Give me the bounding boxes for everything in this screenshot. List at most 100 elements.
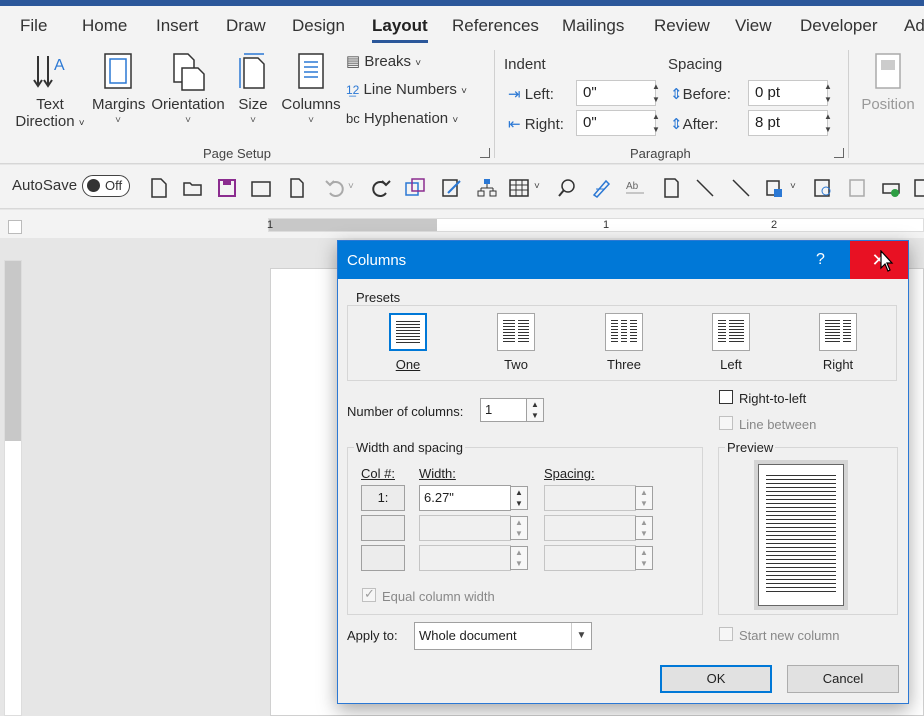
tab-layout[interactable]: Layout [372,16,428,43]
undo-icon[interactable] [324,177,346,199]
line-numbers-button[interactable]: 1̲2 Line Numbers ˅ [346,81,467,98]
open-folder-icon[interactable] [182,177,204,199]
text-direction-button[interactable]: A Text Direction ˅ [8,52,92,130]
properties-icon[interactable] [812,177,834,199]
preset-one[interactable]: One [378,313,438,372]
table-icon[interactable] [508,177,530,199]
column-1-width-input[interactable]: 6.27" [419,485,511,511]
edit-document-icon[interactable] [440,177,462,199]
save-icon[interactable] [216,177,238,199]
column-2-spacing-spinner[interactable]: ▲ ▼ [635,516,653,540]
position-button[interactable]: Position [858,52,918,113]
pen-icon[interactable] [590,177,612,199]
group-divider [494,50,495,158]
vertical-ruler[interactable] [4,260,22,716]
search-icon[interactable] [556,177,578,199]
close-button[interactable]: ✕ [850,241,908,279]
page-setup-launcher-icon[interactable] [480,148,490,158]
print-check-icon[interactable] [880,177,902,199]
text-format-icon[interactable]: Ab [624,177,646,199]
column-3-spacing-spinner[interactable]: ▲ ▼ [635,546,653,570]
tab-file[interactable]: File [20,16,47,36]
ruler-number: 1 [603,219,610,231]
indent-left-spinner[interactable]: ▲ ▼ [648,80,664,106]
equal-column-width-checkbox[interactable]: ✓ [362,586,376,602]
tab-references[interactable]: References [452,16,539,36]
column-2-spacing-input[interactable] [544,515,636,541]
list-icon[interactable] [846,177,868,199]
cancel-button[interactable]: Cancel [787,665,899,693]
tab-developer[interactable]: Developer [800,16,878,36]
new-document-icon[interactable] [148,177,170,199]
indent-left-input[interactable]: 0" [576,80,656,106]
preset-right[interactable]: Right [808,313,868,372]
apply-to-select[interactable]: Whole document ▼ [414,622,592,650]
column-3-width-input[interactable] [419,545,511,571]
draw-line-icon[interactable] [730,177,752,199]
indent-right-input[interactable]: 0" [576,110,656,136]
mail-merge-icon[interactable] [404,177,426,199]
hyphenation-icon: bc [346,111,360,126]
right-to-left-checkbox[interactable] [719,390,733,404]
indent-right-spinner[interactable]: ▲ ▼ [648,110,664,136]
ok-button[interactable]: OK [660,665,772,693]
org-chart-icon[interactable] [476,177,498,199]
orientation-button[interactable]: Orientation ˅ [150,52,226,126]
tab-design[interactable]: Design [292,16,345,36]
tab-review[interactable]: Review [654,16,710,36]
chevron-down-icon[interactable]: ˅ [534,181,556,203]
line-between-checkbox[interactable] [719,416,733,430]
number-of-columns-input[interactable]: 1 [480,398,528,422]
tab-view[interactable]: View [735,16,772,36]
column-1-spacing-input[interactable] [544,485,636,511]
page-icon[interactable] [286,177,308,199]
preset-left[interactable]: Left [701,313,761,372]
chevron-down-icon[interactable]: ˅ [348,181,370,203]
tab-mailings[interactable]: Mailings [562,16,624,36]
tab-stop-selector[interactable] [8,220,22,234]
size-button[interactable]: Size ˅ [234,52,272,126]
help-button[interactable]: ? [816,251,825,269]
start-new-column-checkbox[interactable] [719,627,733,641]
form-field-icon[interactable] [764,177,786,199]
chevron-down-icon[interactable]: ˅ [790,181,812,203]
quick-access-toolbar: AutoSave Off ˅ ˅ Ab ˅ [0,165,924,209]
preset-right-label: Right [822,357,854,372]
width-header: Width: [419,466,456,481]
preview-text-lines [766,475,836,595]
redo-icon[interactable] [370,177,392,199]
spacing-before-label: ⇕Before: [670,86,731,103]
column-1-width-spinner[interactable]: ▲ ▼ [510,486,528,510]
spacing-before-spinner[interactable]: ▲ ▼ [820,80,836,106]
horizontal-ruler[interactable]: 1 1 2 [267,218,924,232]
column-3-width-spinner[interactable]: ▲ ▼ [510,546,528,570]
column-number-2 [361,515,405,541]
autosave-toggle[interactable]: Off [82,175,130,197]
column-3-spacing-input[interactable] [544,545,636,571]
tab-home[interactable]: Home [82,16,127,36]
folder-icon[interactable] [250,177,272,199]
spacing-after-input[interactable]: 8 pt [748,110,828,136]
tab-add-ins[interactable]: Ad [904,16,924,36]
spacing-after-spinner[interactable]: ▲ ▼ [820,110,836,136]
document-icon[interactable] [660,177,682,199]
columns-button[interactable]: Columns ˅ [280,52,342,126]
spacing-after-icon: ⇕ [670,116,683,133]
column-1-spacing-spinner[interactable]: ▲ ▼ [635,486,653,510]
paragraph-launcher-icon[interactable] [834,148,844,158]
more-icon[interactable] [912,177,924,199]
column-2-width-spinner[interactable]: ▲ ▼ [510,516,528,540]
number-of-columns-spinner[interactable]: ▲ ▼ [526,398,544,422]
preset-two[interactable]: Two [486,313,546,372]
tab-insert[interactable]: Insert [156,16,199,36]
spacing-before-input[interactable]: 0 pt [748,80,828,106]
column-2-width-input[interactable] [419,515,511,541]
preset-three[interactable]: Three [594,313,654,372]
breaks-button[interactable]: ▤ Breaks ˅ [346,52,421,70]
draw-line-icon[interactable] [694,177,716,199]
autosave-toggle-label: Off [105,178,123,193]
hyphenation-button[interactable]: bc Hyphenation ˅ [346,110,458,127]
line-numbers-label: Line Numbers [363,81,457,98]
margins-button[interactable]: Margins ˅ [92,52,145,126]
tab-draw[interactable]: Draw [226,16,266,36]
